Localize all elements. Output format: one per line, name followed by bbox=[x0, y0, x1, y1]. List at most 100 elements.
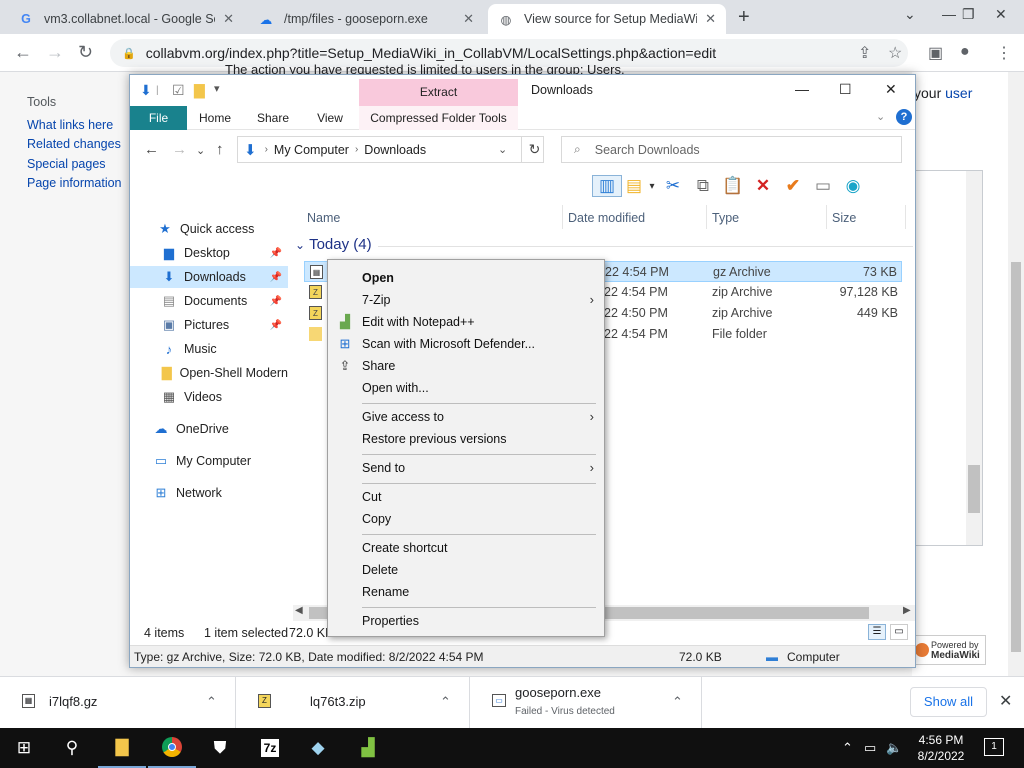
group-header-today[interactable]: ⌄ Today (4) bbox=[295, 236, 372, 253]
menu-item-copy[interactable]: Copy bbox=[328, 508, 604, 530]
powered-by-mediawiki-badge[interactable]: Powered by MediaWiki bbox=[910, 635, 986, 665]
menu-item-give-access[interactable]: Give access to › bbox=[328, 406, 604, 428]
address-breadcrumb[interactable]: ⬇ › My Computer › Downloads ⌄ bbox=[237, 136, 544, 163]
recent-locations-icon[interactable]: ⌄ bbox=[196, 144, 205, 157]
nav-item-documents[interactable]: ▤ Documents 📌 bbox=[130, 290, 288, 312]
download-item-zip[interactable]: Z lq76t3.zip ⌃ bbox=[236, 677, 470, 729]
chevron-up-icon[interactable]: ⌃ bbox=[440, 694, 451, 710]
search-icon[interactable]: ⚲ bbox=[48, 728, 96, 768]
breadcrumb-downloads[interactable]: Downloads bbox=[364, 143, 426, 157]
folder-options-icon[interactable]: ▤ bbox=[622, 176, 646, 196]
menu-item-edit-notepad[interactable]: ▟ Edit with Notepad++ bbox=[328, 311, 604, 333]
security-shield-icon[interactable]: ⛊ bbox=[196, 728, 244, 768]
select-checkmark-icon[interactable]: ✔ bbox=[778, 176, 808, 196]
cut-scissors-icon[interactable]: ✂ bbox=[658, 176, 688, 196]
refresh-icon[interactable]: ↻ bbox=[521, 136, 547, 163]
paint-icon[interactable]: ◆ bbox=[294, 728, 342, 768]
menu-item-7zip[interactable]: 7-Zip › bbox=[328, 289, 604, 311]
column-name[interactable]: Name bbox=[307, 207, 340, 229]
menu-item-share[interactable]: ⇪ Share bbox=[328, 355, 604, 377]
tab-file[interactable]: File bbox=[130, 106, 187, 130]
maximize-icon[interactable]: ❐ bbox=[962, 6, 975, 23]
column-divider[interactable] bbox=[706, 205, 707, 229]
what-links-here-link[interactable]: What links here bbox=[27, 118, 113, 132]
nav-item-onedrive[interactable]: ☁ OneDrive bbox=[130, 418, 288, 440]
forward-arrow-icon[interactable]: → bbox=[172, 141, 187, 158]
back-arrow-icon[interactable]: ← bbox=[14, 42, 32, 63]
menu-item-rename[interactable]: Rename bbox=[328, 581, 604, 603]
chevron-up-icon[interactable]: ⌃ bbox=[672, 694, 683, 710]
nav-item-desktop[interactable]: ▆ Desktop 📌 bbox=[130, 242, 288, 264]
close-icon[interactable]: ✕ bbox=[999, 691, 1012, 711]
special-pages-link[interactable]: Special pages bbox=[27, 157, 106, 171]
tab-search-icon[interactable]: ⌄ bbox=[904, 6, 916, 23]
close-tab-icon[interactable]: ✕ bbox=[223, 11, 234, 27]
menu-item-properties[interactable]: Properties bbox=[328, 610, 604, 632]
close-icon[interactable]: ✕ bbox=[885, 81, 897, 98]
volume-icon[interactable]: 🔈 bbox=[886, 740, 902, 756]
menu-item-open[interactable]: Open bbox=[328, 267, 604, 289]
properties-check-icon[interactable]: ☑ bbox=[172, 82, 185, 99]
scroll-right-icon[interactable]: ▶ bbox=[903, 605, 911, 616]
7zip-icon[interactable]: 7z bbox=[246, 728, 294, 768]
nav-item-quick-access[interactable]: ★ Quick access bbox=[130, 218, 288, 240]
column-divider[interactable] bbox=[905, 205, 906, 229]
minimize-icon[interactable]: — bbox=[942, 6, 956, 22]
tab-view[interactable]: View bbox=[306, 106, 354, 130]
column-divider[interactable] bbox=[826, 205, 827, 229]
nav-item-network[interactable]: ⊞ Network bbox=[130, 482, 288, 504]
chrome-icon[interactable] bbox=[148, 728, 196, 768]
download-item-exe[interactable]: ▭ gooseporn.exe Failed - Virus detected … bbox=[470, 677, 702, 729]
windows-start-icon[interactable]: ⊞ bbox=[0, 728, 48, 768]
close-window-icon[interactable]: ✕ bbox=[995, 6, 1007, 23]
copy-icon[interactable]: ⧉ bbox=[688, 176, 718, 196]
nav-item-videos[interactable]: ▦ Videos bbox=[130, 386, 288, 408]
delete-x-icon[interactable]: ✕ bbox=[748, 176, 778, 196]
file-explorer-icon[interactable]: ▇ bbox=[98, 728, 146, 768]
notepad-plus-plus-icon[interactable]: ▟ bbox=[344, 728, 392, 768]
close-tab-icon[interactable]: ✕ bbox=[705, 11, 716, 27]
tab-home[interactable]: Home bbox=[190, 106, 240, 130]
preview-pane-icon[interactable]: ▥ bbox=[592, 175, 622, 197]
menu-item-cut[interactable]: Cut bbox=[328, 486, 604, 508]
browser-tab-files[interactable]: ☁ /tmp/files - gooseporn.exe ✕ bbox=[248, 4, 484, 34]
browser-tab-google[interactable]: G vm3.collabnet.local - Google Sea ✕ bbox=[8, 4, 244, 34]
menu-item-send-to[interactable]: Send to › bbox=[328, 457, 604, 479]
breadcrumb-my-computer[interactable]: My Computer bbox=[274, 143, 349, 157]
browser-tab-view-source[interactable]: ◍ View source for Setup MediaWiki ✕ bbox=[488, 4, 726, 34]
notification-center-icon[interactable]: 1 bbox=[984, 738, 1004, 756]
menu-item-open-with[interactable]: Open with... bbox=[328, 377, 604, 399]
up-arrow-icon[interactable]: ↑ bbox=[216, 141, 224, 158]
minimize-icon[interactable]: — bbox=[795, 81, 809, 97]
dropdown-arrow-icon[interactable]: ▾ bbox=[646, 181, 658, 192]
column-size[interactable]: Size bbox=[832, 207, 856, 229]
forward-arrow-icon[interactable]: → bbox=[46, 42, 64, 63]
back-arrow-icon[interactable]: ← bbox=[144, 141, 159, 158]
show-all-button[interactable]: Show all bbox=[910, 687, 987, 717]
reload-icon[interactable]: ↻ bbox=[78, 42, 93, 63]
related-changes-link[interactable]: Related changes bbox=[27, 137, 121, 151]
new-folder-icon[interactable]: ▇ bbox=[194, 82, 205, 99]
show-hidden-icons-icon[interactable]: ⌃ bbox=[842, 740, 853, 756]
column-divider[interactable] bbox=[562, 205, 563, 229]
column-date-modified[interactable]: Date modified bbox=[568, 207, 645, 229]
scroll-left-icon[interactable]: ◀ bbox=[295, 605, 303, 616]
extract-contextual-tab[interactable]: Extract bbox=[359, 79, 518, 106]
nav-item-open-shell[interactable]: ▇ Open-Shell Modern bbox=[130, 362, 288, 384]
menu-item-delete[interactable]: Delete bbox=[328, 559, 604, 581]
address-dropdown-icon[interactable]: ⌄ bbox=[498, 143, 507, 156]
textarea-scroll-thumb[interactable] bbox=[968, 465, 980, 513]
nav-item-pictures[interactable]: ▣ Pictures 📌 bbox=[130, 314, 288, 336]
bookmark-star-icon[interactable]: ☆ bbox=[888, 43, 902, 63]
nav-item-my-computer[interactable]: ▭ My Computer bbox=[130, 450, 288, 472]
details-view-icon[interactable]: ☰ bbox=[868, 624, 886, 640]
network-globe-icon[interactable]: ◉ bbox=[838, 176, 868, 196]
help-icon[interactable]: ? bbox=[896, 109, 912, 125]
paste-icon[interactable]: 📋 bbox=[718, 176, 748, 196]
expand-ribbon-icon[interactable]: ⌄ bbox=[876, 110, 885, 123]
tab-compressed-folder-tools[interactable]: Compressed Folder Tools bbox=[359, 106, 518, 130]
nav-item-downloads[interactable]: ⬇ Downloads 📌 bbox=[130, 266, 288, 288]
properties-icon[interactable]: ▭ bbox=[808, 176, 838, 196]
column-type[interactable]: Type bbox=[712, 207, 739, 229]
share-icon[interactable]: ⇪ bbox=[858, 43, 871, 63]
